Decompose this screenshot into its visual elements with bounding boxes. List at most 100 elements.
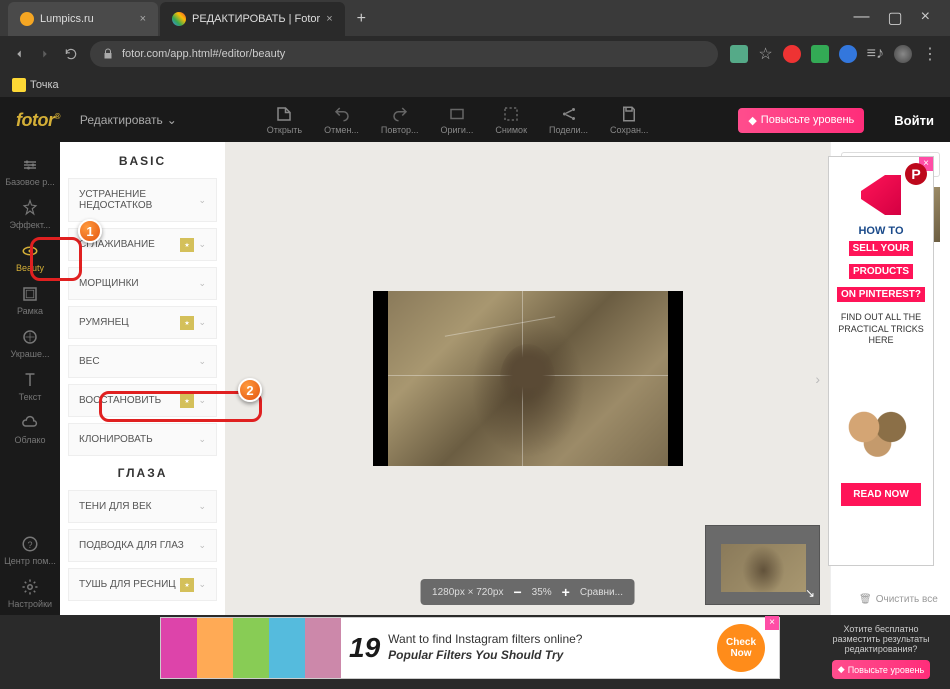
zoom-level: 35%	[532, 587, 552, 598]
ext-icon-3[interactable]	[839, 45, 857, 63]
panel-item-clone[interactable]: КЛОНИРОВАТЬ⌄	[68, 423, 217, 456]
toolbar-share[interactable]: Подели...	[539, 101, 598, 139]
close-ad-icon[interactable]: ×	[765, 616, 779, 630]
sidenav-cloud[interactable]: Облако	[0, 408, 60, 451]
toolbar-snapshot[interactable]: Снимок	[485, 101, 537, 139]
chevron-down-icon: ⌄	[167, 113, 177, 127]
check-now-button[interactable]: CheckNow	[717, 624, 765, 672]
profile-avatar[interactable]	[894, 45, 912, 63]
tab-title: Lumpics.ru	[40, 13, 94, 25]
chevron-down-icon: ⌄	[198, 540, 206, 551]
toolbar-save[interactable]: Сохран...	[600, 101, 658, 139]
canvas-dimensions: 1280px × 720px	[432, 587, 503, 598]
collapse-icon[interactable]: ↘	[805, 586, 815, 600]
lock-icon	[102, 48, 114, 60]
sidenav-decor[interactable]: Украше...	[0, 322, 60, 365]
next-arrow-icon[interactable]: ›	[815, 371, 820, 387]
favicon	[20, 12, 34, 26]
diamond-icon: ◆	[748, 114, 756, 127]
reload-icon[interactable]	[64, 47, 78, 61]
folder-icon	[12, 78, 26, 92]
zoom-out-button[interactable]: −	[513, 584, 521, 600]
chevron-down-icon: ⌄	[198, 501, 206, 512]
canvas-photo[interactable]	[373, 291, 683, 466]
menu-icon[interactable]: ⋮	[922, 44, 938, 64]
premium-badge	[180, 238, 194, 252]
url-text: fotor.com/app.html#/editor/beauty	[122, 48, 285, 60]
bookmark-label: Точка	[30, 79, 59, 91]
ad-banner: × 19 Want to find Instagram filters onli…	[160, 617, 780, 679]
bookmark-item[interactable]: Точка	[12, 78, 59, 92]
promo-box: Хотите бесплатно разместить результаты р…	[828, 624, 934, 679]
chevron-down-icon: ⌄	[198, 195, 206, 206]
panel-header-eyes: ГЛАЗА	[68, 466, 217, 480]
panel-item-wrinkles[interactable]: МОРЩИНКИ⌄	[68, 267, 217, 300]
diamond-icon: ◆	[838, 664, 845, 675]
panel-item-blemish[interactable]: УСТРАНЕНИЕ НЕДОСТАТКОВ⌄	[68, 178, 217, 222]
minimap[interactable]: ↘	[705, 525, 820, 605]
compare-button[interactable]: Сравни...	[580, 587, 623, 598]
chevron-down-icon: ⌄	[198, 278, 206, 289]
panel-item-eyeshadow[interactable]: ТЕНИ ДЛЯ ВЕК⌄	[68, 490, 217, 523]
toolbar-undo[interactable]: Отмен...	[314, 101, 369, 139]
panel-item-eyeliner[interactable]: ПОДВОДКА ДЛЯ ГЛАЗ⌄	[68, 529, 217, 562]
sidenav-effects[interactable]: Эффект...	[0, 193, 60, 236]
sidenav-basic[interactable]: Базовое р...	[0, 150, 60, 193]
premium-badge	[180, 316, 194, 330]
ad-sidebar: × P HOW TO SELL YOUR PRODUCTS ON PINTERE…	[828, 156, 934, 566]
chevron-down-icon: ⌄	[198, 434, 206, 445]
annotation-marker-1: 1	[78, 219, 102, 243]
promo-upgrade-button[interactable]: ◆ Повысьте уровень	[832, 660, 930, 679]
panel-header-basic: BASIC	[68, 154, 217, 168]
toolbar-original[interactable]: Ориги...	[431, 101, 484, 139]
annotation-marker-2: 2	[238, 378, 262, 402]
toolbar-redo[interactable]: Повтор...	[371, 101, 429, 139]
premium-badge	[180, 394, 194, 408]
close-icon[interactable]: ×	[326, 13, 332, 25]
premium-badge	[180, 578, 194, 592]
trash-icon: 🗑	[859, 594, 872, 605]
close-icon[interactable]: ×	[140, 13, 146, 25]
back-icon[interactable]	[12, 47, 26, 61]
new-tab-button[interactable]: +	[347, 2, 376, 36]
browser-tab-1[interactable]: РЕДАКТИРОВАТЬ | Fotor ×	[160, 2, 345, 36]
sidenav-beauty[interactable]: Beauty	[0, 236, 60, 279]
login-button[interactable]: Войти	[894, 113, 934, 128]
upgrade-button[interactable]: ◆ Повысьте уровень	[738, 108, 864, 133]
maximize-icon[interactable]: ▢	[888, 8, 903, 28]
ad-thumbnails	[161, 618, 341, 678]
fotor-logo[interactable]: fotor®	[16, 110, 60, 131]
forward-icon[interactable]	[38, 47, 52, 61]
sidenav-settings[interactable]: Настройки	[0, 572, 60, 615]
chevron-down-icon: ⌄	[198, 239, 206, 250]
browser-tab-0[interactable]: Lumpics.ru ×	[8, 2, 158, 36]
chevron-down-icon: ⌄	[198, 317, 206, 328]
pinterest-icon[interactable]: P	[905, 163, 927, 185]
sidenav-help[interactable]: ?Центр пом...	[0, 529, 60, 572]
zoom-in-button[interactable]: +	[562, 584, 570, 600]
ext-icon-4[interactable]: ≡♪	[867, 45, 884, 63]
address-bar[interactable]: fotor.com/app.html#/editor/beauty	[90, 41, 718, 67]
panel-item-blush[interactable]: РУМЯНЕЦ⌄	[68, 306, 217, 339]
minimize-icon[interactable]: —	[854, 8, 870, 28]
bags-image	[837, 387, 927, 467]
panel-item-mascara[interactable]: ТУШЬ ДЛЯ РЕСНИЦ⌄	[68, 568, 217, 601]
ext-icon-2[interactable]	[811, 45, 829, 63]
read-now-button[interactable]: READ NOW	[841, 483, 921, 506]
sidenav-text[interactable]: Текст	[0, 365, 60, 408]
translate-icon[interactable]	[730, 45, 748, 63]
ext-icon-1[interactable]	[783, 45, 801, 63]
chevron-down-icon: ⌄	[198, 579, 206, 590]
panel-item-weight[interactable]: ВЕС⌄	[68, 345, 217, 378]
favicon	[172, 12, 186, 26]
star-icon[interactable]: ☆	[758, 44, 772, 64]
panel-item-restore[interactable]: ВОССТАНОВИТЬ⌄	[68, 384, 217, 417]
toolbar-open[interactable]: Открыть	[257, 101, 312, 139]
chevron-down-icon: ⌄	[198, 356, 206, 367]
clear-all-button[interactable]: 🗑 Очистить все	[859, 594, 938, 605]
svg-text:?: ?	[27, 540, 32, 550]
mode-dropdown[interactable]: Редактировать ⌄	[80, 113, 177, 127]
sidenav-frame[interactable]: Рамка	[0, 279, 60, 322]
close-window-icon[interactable]: ×	[921, 8, 930, 28]
megaphone-icon	[861, 175, 901, 215]
